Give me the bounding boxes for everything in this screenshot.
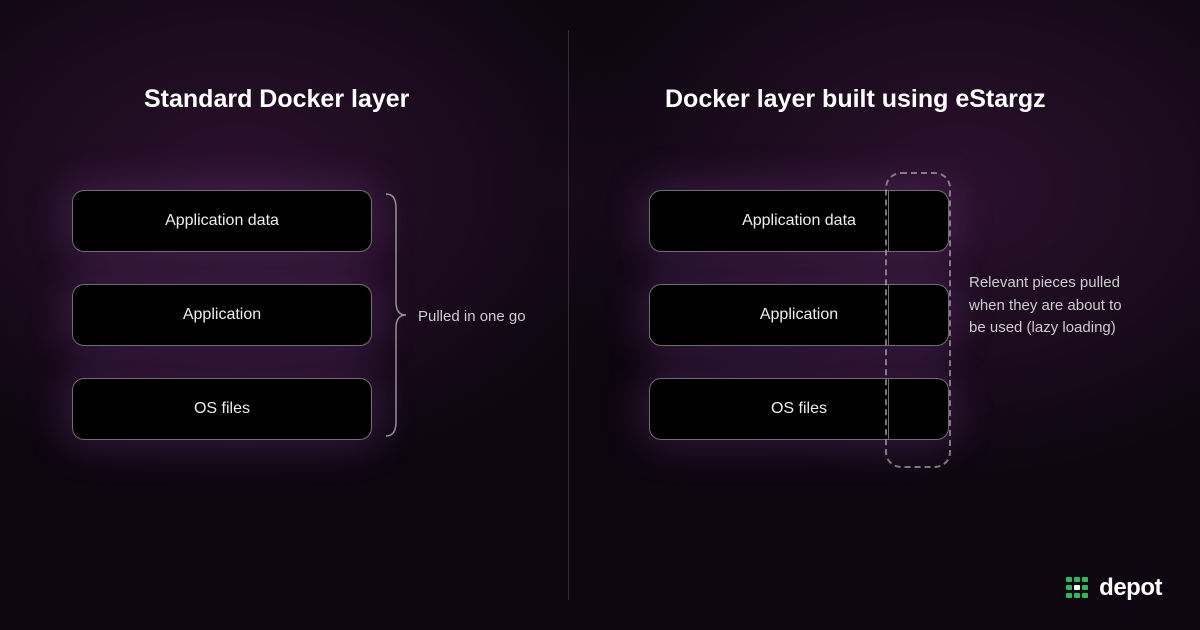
layer-label: Application	[760, 306, 838, 324]
layer-label: OS files	[194, 400, 250, 418]
depot-icon	[1063, 574, 1091, 602]
layer-label: Application data	[742, 212, 856, 230]
layer-label: Application	[183, 306, 261, 324]
layer-label: Application data	[165, 212, 279, 230]
vertical-divider	[568, 30, 569, 600]
layer-box: Application data	[72, 190, 372, 252]
left-caption: Pulled in one go	[418, 308, 526, 325]
right-caption: Relevant pieces pulled when they are abo…	[969, 272, 1139, 340]
layer-label: OS files	[771, 400, 827, 418]
left-title: Standard Docker layer	[144, 85, 409, 114]
brand-logo: depot	[1063, 574, 1162, 602]
brace-icon	[384, 190, 408, 440]
left-layer-stack: Application data Application OS files	[72, 190, 372, 440]
layer-box: Application	[72, 284, 372, 346]
right-title: Docker layer built using eStargz	[665, 85, 1046, 114]
brand-name: depot	[1099, 574, 1162, 602]
layer-box: OS files	[72, 378, 372, 440]
lazy-load-highlight	[885, 172, 951, 468]
